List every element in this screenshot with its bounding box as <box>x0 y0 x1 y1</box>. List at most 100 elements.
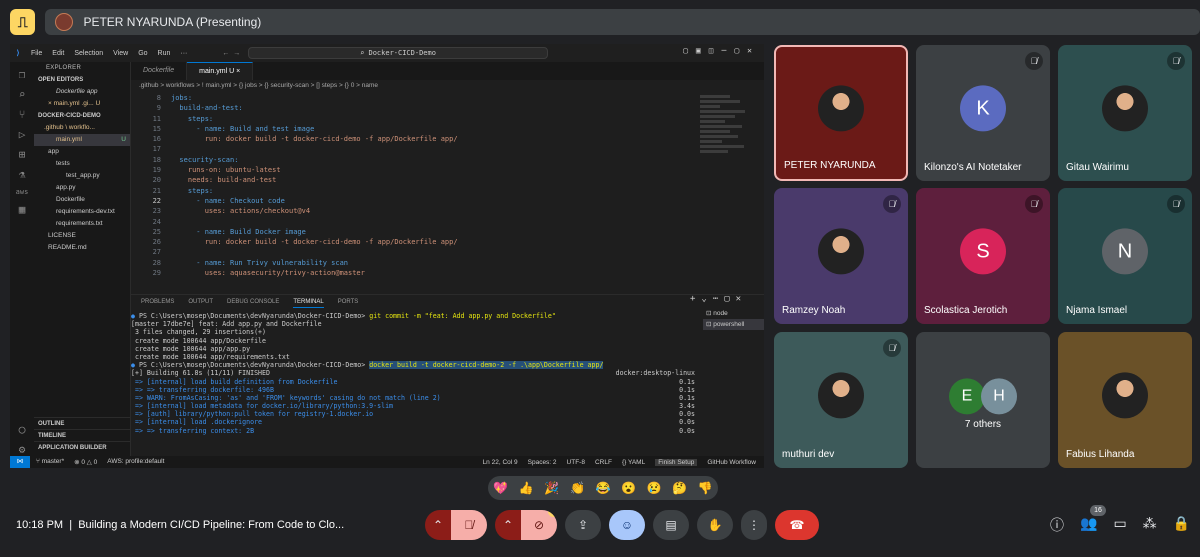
status-aws[interactable]: AWS: profile:default <box>107 458 164 466</box>
participant-tile[interactable]: K Kilonzo's AI Notetaker 🎙̸ <box>916 45 1050 181</box>
docker-icon[interactable]: ▦ <box>19 203 26 216</box>
tree-readme[interactable]: README.md <box>34 242 130 254</box>
timeline-section[interactable]: TIMELINE <box>34 429 131 441</box>
reaction-emoji[interactable]: 💖 <box>493 481 508 495</box>
participant-tile[interactable]: PETER NYARUNDA <box>774 45 908 181</box>
status-sync[interactable]: ⊗ 0 △ 0 <box>74 458 97 466</box>
account-icon[interactable]: ◯ <box>19 423 26 436</box>
tree-dockerfile[interactable]: Dockerfile <box>34 194 130 206</box>
panel-actions[interactable]: +⌄⋯▢✕ <box>690 294 747 304</box>
reaction-emoji[interactable]: 👍 <box>519 481 534 495</box>
t-line: [master 17dbe7e] feat: Add app.py and Do… <box>131 320 322 329</box>
terminal-node[interactable]: ⊡ node <box>703 308 764 319</box>
panel-tab-problems[interactable]: PROBLEMS <box>141 295 174 308</box>
outline-section[interactable]: OUTLINE <box>34 417 131 429</box>
status-branch[interactable]: ⑂ master* <box>36 458 64 466</box>
remote-icon[interactable]: ⋈ <box>10 456 30 468</box>
reaction-emoji[interactable]: 🎉 <box>544 481 559 495</box>
reaction-emoji[interactable]: 🤔 <box>672 481 687 495</box>
menu-view[interactable]: View <box>113 50 128 57</box>
reactions-bar: 💖 👍 🎉 👏 😂 😮 😢 🤔 👎 <box>488 476 718 500</box>
more-options-button[interactable]: ⋮ <box>741 510 767 540</box>
tree-req[interactable]: requirements.txt <box>34 218 130 230</box>
open-editor-main-yml[interactable]: × main.yml .gi... U <box>34 98 130 110</box>
tree-license[interactable]: LICENSE <box>34 230 130 242</box>
menu-file[interactable]: File <box>31 50 42 57</box>
people-icon[interactable]: 👥 <box>1080 515 1097 535</box>
participant-tile[interactable]: EH 7 others <box>916 332 1050 468</box>
tree-tests[interactable]: tests <box>34 158 130 170</box>
presenter-banner[interactable]: PETER NYARUNDA (Presenting) <box>45 9 1200 35</box>
reaction-emoji[interactable]: 😮 <box>621 481 636 495</box>
activities-icon[interactable]: ⁂ <box>1143 515 1157 535</box>
chat-icon[interactable]: ▭ <box>1113 515 1126 535</box>
participant-tile[interactable]: S Scolastica Jerotich 🎙̸ <box>916 188 1050 324</box>
explorer-icon[interactable]: ❐ <box>19 68 26 81</box>
status-finish-setup[interactable]: Finish Setup <box>655 458 698 466</box>
captions-button[interactable]: ▤ <box>653 510 689 540</box>
extensions-icon[interactable]: ⊞ <box>19 148 26 161</box>
mic-off-button[interactable]: 🎙̸ <box>451 510 487 540</box>
app-builder-section[interactable]: APPLICATION BUILDER <box>34 441 131 453</box>
menu-go[interactable]: Go <box>138 50 147 57</box>
source-control-icon[interactable]: ⑂ <box>19 108 26 121</box>
participant-tile[interactable]: Gitau Wairimu 🎙̸ <box>1058 45 1192 181</box>
open-editor-dockerfile[interactable]: Dockerfile app <box>34 86 130 98</box>
tree-github[interactable]: .github \ workflo... <box>34 122 130 134</box>
terminal-output[interactable]: ● PS C:\Users\mosep\Documents\devNyarund… <box>131 312 701 456</box>
menu-more[interactable]: ··· <box>180 50 187 57</box>
reaction-emoji[interactable]: 😂 <box>595 481 610 495</box>
run-debug-icon[interactable]: ▷ <box>19 128 26 141</box>
nav-arrows-icon[interactable]: ← → <box>222 50 240 57</box>
status-position[interactable]: Ln 22, Col 9 <box>483 459 518 466</box>
status-spaces[interactable]: Spaces: 2 <box>528 459 557 466</box>
reaction-emoji[interactable]: 😢 <box>647 481 662 495</box>
leave-call-button[interactable]: ☎ <box>775 510 819 540</box>
menu-run[interactable]: Run <box>158 50 171 57</box>
menu-selection[interactable]: Selection <box>74 50 103 57</box>
status-language[interactable]: {} YAML <box>622 459 645 466</box>
status-encoding[interactable]: UTF-8 <box>567 459 585 466</box>
panel-tab-output[interactable]: OUTPUT <box>188 295 213 308</box>
participant-tile[interactable]: Fabius Lihanda <box>1058 332 1192 468</box>
participant-tile[interactable]: Ramzey Noah 🎙̸ <box>774 188 908 324</box>
camera-off-button[interactable]: ⊘! <box>521 510 557 540</box>
tree-app[interactable]: app <box>34 146 130 158</box>
tab-main-yml[interactable]: main.yml U × <box>187 62 254 80</box>
code-editor[interactable]: 8 jobs: 9 build-and-test: 11 steps: 15 - nam… <box>131 93 691 293</box>
tree-test-app[interactable]: test_app.py <box>34 170 130 182</box>
menu-edit[interactable]: Edit <box>52 50 64 57</box>
participant-tile[interactable]: N Njama Ismael 🎙̸ <box>1058 188 1192 324</box>
panel-tab-debug[interactable]: DEBUG CONSOLE <box>227 295 279 308</box>
host-controls-icon[interactable]: 🔒 <box>1173 515 1190 535</box>
minimap[interactable] <box>700 93 750 283</box>
mic-options-button[interactable]: ⌃ <box>425 510 451 540</box>
breadcrumb[interactable]: .github > workflows > ! main.yml > {} jo… <box>131 80 764 92</box>
tree-main-yml[interactable]: main.yml U <box>34 134 130 146</box>
reactions-button[interactable]: ☺ <box>609 510 645 540</box>
testing-icon[interactable]: ⚗ <box>19 168 26 181</box>
reaction-emoji[interactable]: 👎 <box>698 481 713 495</box>
raise-hand-button[interactable]: ✋ <box>697 510 733 540</box>
tab-dockerfile[interactable]: Dockerfile <box>131 62 188 80</box>
camera-options-button[interactable]: ⌃ <box>495 510 521 540</box>
open-editors-section[interactable]: OPEN EDITORS <box>34 74 130 86</box>
tree-req-dev[interactable]: requirements-dev.txt <box>34 206 130 218</box>
status-eol[interactable]: CRLF <box>595 459 612 466</box>
aws-icon[interactable]: aws <box>16 188 29 196</box>
info-icon[interactable]: ⓘ <box>1050 515 1064 535</box>
window-controls[interactable]: ▢▣◫─▢✕ <box>683 46 760 55</box>
project-section[interactable]: DOCKER-CICD-DEMO <box>34 110 130 122</box>
tree-app-py[interactable]: app.py <box>34 182 130 194</box>
panel-tab-terminal[interactable]: TERMINAL <box>293 295 324 308</box>
terminal-powershell[interactable]: ⊡ powershell <box>703 319 764 330</box>
reaction-emoji[interactable]: 👏 <box>570 481 585 495</box>
search-icon[interactable]: ⌕ <box>19 88 26 101</box>
participant-tile[interactable]: muthuri dev 🎙̸ <box>774 332 908 468</box>
command-search[interactable]: ⌕ Docker-CICD-Demo <box>248 47 548 59</box>
presentation-icon[interactable]: ⎍ <box>10 9 36 35</box>
present-screen-button[interactable]: ⇪ <box>565 510 601 540</box>
status-workflow[interactable]: GitHub Workflow <box>707 459 756 466</box>
panel-tab-ports[interactable]: PORTS <box>338 295 359 308</box>
manage-gear-icon[interactable]: ⚙ <box>19 443 26 456</box>
